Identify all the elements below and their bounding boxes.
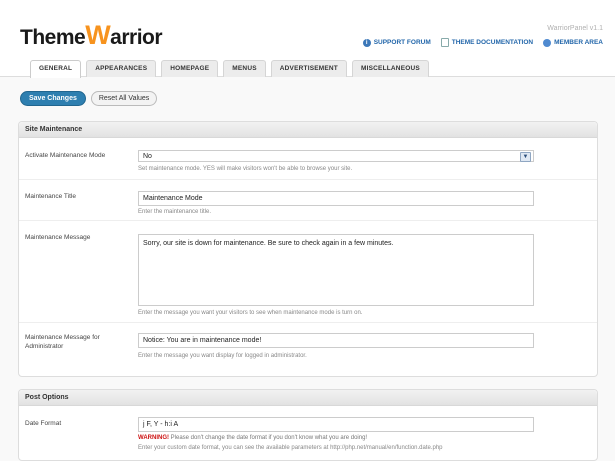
site-maintenance-heading: Site Maintenance [19,122,597,138]
maintenance-mode-label: Activate Maintenance Mode [25,152,106,159]
action-bar: Save Changes Reset All Values [20,91,158,106]
logo-text-w: W [85,20,111,50]
header: ThemeWarrior WarriorPanel v1.1 i SUPPORT… [0,0,615,78]
themewarrior-logo[interactable]: ThemeWarrior [20,20,163,51]
info-icon: i [362,38,371,47]
tab-appearances[interactable]: APPEARANCES [86,60,157,77]
admin-message-input[interactable]: Notice: You are in maintenance mode! [138,333,534,348]
user-icon [543,38,552,47]
theme-documentation-link[interactable]: THEME DOCUMENTATION [440,38,534,47]
top-links: i SUPPORT FORUM THEME DOCUMENTATION MEMB… [362,38,603,47]
support-forum-label: SUPPORT FORUM [373,39,431,46]
reset-all-values-button[interactable]: Reset All Values [90,91,158,106]
logo-text-arrior: arrior [110,26,163,49]
maintenance-message-label: Maintenance Message [25,234,91,241]
maintenance-message-row: Maintenance Message Sorry, our site is d… [19,220,597,323]
logo-text-theme: Theme [20,26,86,49]
member-area-label: MEMBER AREA [554,39,603,46]
post-options-heading: Post Options [19,390,597,406]
save-changes-button[interactable]: Save Changes [20,91,86,106]
warning-label: WARNING! [138,435,169,441]
maintenance-title-input[interactable]: Maintenance Mode [138,191,534,206]
post-options-panel: Post Options Date Format j F, Y - h:i A … [18,389,598,461]
maintenance-mode-help: Set maintenance mode. YES will make visi… [138,166,353,172]
warning-text: Please don't change the date format if y… [169,435,368,441]
date-format-warning: WARNING! Please don't change the date fo… [138,435,367,441]
date-format-row: Date Format j F, Y - h:i A WARNING! Plea… [19,407,597,459]
maintenance-mode-value: No [143,153,152,160]
maintenance-mode-row: Activate Maintenance Mode No ▼ Set maint… [19,139,597,179]
maintenance-title-label: Maintenance Title [25,193,76,200]
tab-miscellaneous[interactable]: MISCELLANEOUS [351,60,429,77]
maintenance-message-help: Enter the message you want your visitors… [138,310,363,316]
tab-advertisement[interactable]: ADVERTISEMENT [270,60,347,77]
theme-documentation-label: THEME DOCUMENTATION [451,39,534,46]
maintenance-message-textarea[interactable]: Sorry, our site is down for maintenance.… [138,234,534,306]
tab-menus[interactable]: MENUS [223,60,266,77]
member-area-link[interactable]: MEMBER AREA [543,38,603,47]
site-maintenance-panel: Site Maintenance Activate Maintenance Mo… [18,121,598,377]
admin-message-help: Enter the message you want display for l… [138,353,307,359]
admin-message-label: Maintenance Message for Administrator [25,334,100,350]
date-format-input[interactable]: j F, Y - h:i A [138,417,534,432]
tab-general[interactable]: GENERAL [30,60,82,78]
document-icon [440,38,449,47]
tab-homepage[interactable]: HOMEPAGE [161,60,219,77]
settings-tabs: GENERAL APPEARANCES HOMEPAGE MENUS ADVER… [30,60,429,78]
support-forum-link[interactable]: i SUPPORT FORUM [362,38,431,47]
date-format-help: Enter your custom date format, you can s… [138,445,443,451]
panel-version: WarriorPanel v1.1 [547,25,603,32]
admin-message-row: Maintenance Message for Administrator No… [19,322,597,376]
maintenance-title-row: Maintenance Title Maintenance Mode Enter… [19,179,597,221]
maintenance-mode-select[interactable]: No ▼ [138,150,534,162]
maintenance-title-help: Enter the maintenance title. [138,209,212,215]
date-format-label: Date Format [25,420,62,427]
chevron-down-icon[interactable]: ▼ [520,152,531,162]
